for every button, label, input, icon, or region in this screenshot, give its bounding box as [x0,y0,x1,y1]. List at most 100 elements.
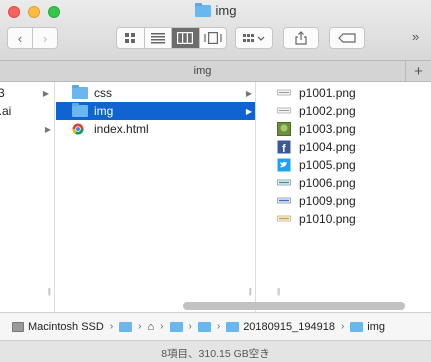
file-item-p1001[interactable]: p1001.png [277,84,356,102]
file-item-label: p1005.png [299,158,356,172]
group-by-button[interactable] [235,27,273,49]
folder-icon [197,321,211,332]
path-crumb-folder[interactable] [197,321,211,332]
group-grid-dropdown-icon [243,34,265,42]
folder-icon [226,321,240,332]
file-item-p1005[interactable]: p1005.png [277,156,356,174]
path-crumb-folder[interactable] [169,321,183,332]
image-file-icon [277,215,291,222]
list-item-label: 3 [0,86,5,100]
file-item-p1010[interactable]: p1010.png [277,210,356,228]
file-item-label: p1006.png [299,176,356,190]
disclosure-arrow-icon: ▶ [42,88,49,98]
gallery-icon [204,32,222,44]
disclosure-arrow-icon: ▶ [245,106,252,116]
column-resize-handle[interactable]: || [249,287,252,296]
new-tab-button[interactable]: + [405,61,431,81]
horizontal-scrollbar[interactable] [183,302,405,310]
facebook-icon: f [277,140,291,154]
path-bar: Macintosh SSD › › ⌂ › › › 20180915_19491… [0,312,431,340]
list-item[interactable]: 3.ai [0,102,54,120]
share-button[interactable] [283,27,319,49]
list-item-index-html[interactable]: index.html [56,120,255,138]
title-bar: img ‹ › » [0,0,431,60]
svg-text:f: f [282,143,286,154]
file-item-p1009[interactable]: p1009.png [277,192,356,210]
image-file-icon [277,107,291,114]
column-parent: 3 ▶ 3.ai ▶ || [0,82,55,312]
list-item-label: index.html [94,122,149,136]
list-item[interactable]: ▶ [0,120,54,138]
path-crumb-disk[interactable]: Macintosh SSD [12,321,104,333]
chevron-right-icon: › [42,30,48,46]
image-file-icon [277,122,291,136]
path-separator-icon: › [160,321,164,332]
share-icon [295,31,307,45]
column-resize-handle[interactable]: || [277,287,280,296]
file-item-label: p1001.png [299,86,356,100]
list-item-img[interactable]: img ▶ [56,102,255,120]
folder-icon [72,85,88,99]
list-view-button[interactable] [145,28,172,48]
folder-icon [194,2,211,17]
path-separator-icon: › [109,321,114,332]
chevron-left-icon: ‹ [17,30,23,46]
view-mode-segmented-control[interactable] [116,27,227,49]
path-crumb-home[interactable]: ⌂ [148,321,155,333]
file-item-p1004[interactable]: f p1004.png [277,138,356,156]
forward-button[interactable]: › [32,27,58,49]
file-item-label: p1009.png [299,194,356,208]
tab-img[interactable]: img [0,65,405,77]
column-img: p1001.png p1002.png p1003.png f p1004.pn… [257,82,431,312]
image-file-icon [277,179,291,186]
disclosure-arrow-icon: ▶ [245,88,252,98]
column-view-button[interactable] [172,28,200,48]
columns-icon [177,32,194,44]
tab-bar: img + [0,60,431,82]
folder-icon [119,321,133,332]
path-crumb-project[interactable]: 20180915_194918 [226,321,335,333]
list-item-label: img [94,104,114,118]
file-item-p1002[interactable]: p1002.png [277,102,356,120]
file-item-p1003[interactable]: p1003.png [277,120,356,138]
disclosure-arrow-icon: ▶ [44,124,51,134]
path-crumb-label: 20180915_194918 [243,320,335,333]
chrome-icon [72,123,84,135]
path-separator-icon: › [340,321,345,332]
twitter-icon [277,158,291,172]
tags-button[interactable] [329,27,365,49]
list-item-label: css [94,86,112,100]
status-text: 8項目、310.15 GB空き [161,348,270,360]
toolbar-overflow-button[interactable]: » [412,29,419,44]
path-separator-icon: › [188,321,192,332]
file-item-label: p1010.png [299,212,356,226]
path-separator-icon: › [216,321,221,332]
path-crumb-label: img [367,320,386,333]
status-bar: 8項目、310.15 GB空き [0,340,431,362]
file-item-label: p1004.png [299,140,356,154]
back-button[interactable]: ‹ [7,27,33,49]
file-item-label: p1002.png [299,104,356,118]
home-icon: ⌂ [147,320,155,333]
list-item-css[interactable]: css ▶ [56,84,255,102]
folder-icon [169,321,183,332]
tag-icon [338,33,356,43]
column-browser: 3 ▶ 3.ai ▶ || css ▶ img ▶ [0,82,431,312]
file-item-p1006[interactable]: p1006.png [277,174,356,192]
hard-drive-icon [12,321,24,332]
image-file-icon [277,197,291,204]
list-item[interactable]: 3 ▶ [0,84,53,102]
path-separator-icon: › [138,321,142,332]
gallery-view-button[interactable] [200,28,227,48]
window-title: img [0,2,431,18]
path-crumb-users[interactable] [119,321,133,332]
path-crumb-img[interactable]: img [350,321,385,333]
list-item-label: 3.ai [0,104,12,118]
folder-icon [72,103,88,117]
file-item-label: p1003.png [299,122,356,136]
window-title-text: img [215,3,237,18]
grid-icon [125,33,136,43]
list-icon [150,33,165,44]
icon-view-button[interactable] [117,28,145,48]
column-resize-handle[interactable]: || [48,287,51,296]
